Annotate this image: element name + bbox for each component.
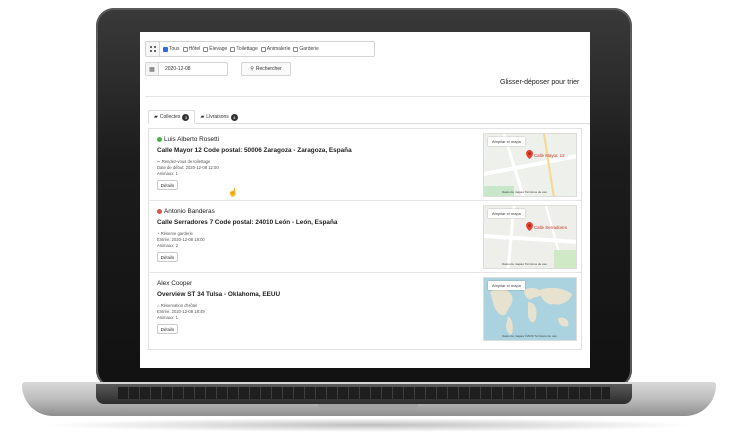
count-badge: 4 bbox=[230, 113, 238, 121]
list-item: Luis Alberto Rosetti Calle Mayor 12 Code… bbox=[149, 129, 581, 201]
map-footer: Datos de mapas Términos de uso bbox=[502, 262, 547, 266]
enlarge-map-button[interactable]: Ampliar el mapa bbox=[488, 137, 525, 146]
service-type: Réservation d'Hôtel bbox=[160, 303, 198, 308]
details-button[interactable]: Détails bbox=[157, 180, 178, 190]
details-button[interactable]: Détails bbox=[157, 252, 178, 262]
pickup-icon: ▰ bbox=[154, 114, 158, 120]
filter-grooming[interactable]: Toilettage bbox=[230, 46, 258, 52]
list-item: Alex Cooper Overview ST 34 Tulsa - Oklah… bbox=[149, 273, 581, 345]
start-date: Entrée: 2020-12-08 18:00 bbox=[157, 237, 205, 242]
laptop-frame: Tous Hôtel Élevage Toilettage Animalerie… bbox=[0, 0, 738, 445]
laptop-shadow bbox=[40, 418, 700, 432]
laptop-notch bbox=[318, 404, 418, 409]
checkbox-icon[interactable] bbox=[230, 46, 236, 52]
start-date: Date de début: 2020-12-08 12:00 bbox=[157, 165, 219, 170]
checkbox-icon[interactable] bbox=[182, 46, 188, 52]
client-name: Luis Alberto Rosetti bbox=[157, 136, 219, 143]
client-address: Calle Mayor 12 Code postal: 50006 Zarago… bbox=[157, 147, 352, 154]
filter-all[interactable]: Tous bbox=[163, 46, 180, 52]
grid-icon[interactable] bbox=[146, 42, 160, 56]
map-thumbnail[interactable]: Ampliar el mapa Calle Serradores Datos d… bbox=[483, 205, 577, 269]
checkbox-icon[interactable] bbox=[203, 46, 209, 52]
hand-cursor-icon: ☝ bbox=[228, 188, 238, 197]
divider bbox=[145, 96, 590, 97]
map-thumbnail[interactable]: Ampliar el mapa Calle Mayor, 12 Datos de… bbox=[483, 133, 577, 197]
search-button[interactable]: ⚲ Rechercher bbox=[241, 62, 291, 76]
screen: Tous Hôtel Élevage Toilettage Animalerie… bbox=[140, 32, 590, 368]
enlarge-map-button[interactable]: Ampliar el mapa bbox=[488, 209, 525, 218]
map-thumbnail[interactable]: Ampliar el mapa Datos de mapas ©2020 Tér… bbox=[483, 277, 577, 341]
truck-icon: ▰ bbox=[200, 114, 205, 120]
checkbox-icon[interactable] bbox=[293, 46, 299, 52]
date-field[interactable]: ▦ 2020-12-08 bbox=[145, 62, 228, 76]
client-name: Antonio Banderas bbox=[157, 208, 215, 215]
client-address: Calle Serradores 7 Code postal: 24010 Le… bbox=[157, 219, 338, 226]
enlarge-map-button[interactable]: Ampliar el mapa bbox=[488, 281, 525, 290]
list-item: Antonio Banderas Calle Serradores 7 Code… bbox=[149, 201, 581, 273]
animal-count: Animaux: 2 bbox=[157, 243, 178, 248]
filter-hotel[interactable]: Hôtel bbox=[182, 46, 200, 52]
map-place-label: Calle Mayor, 12 bbox=[534, 153, 565, 158]
appointments-list: Luis Alberto Rosetti Calle Mayor 12 Code… bbox=[148, 128, 582, 350]
filter-petshop[interactable]: Animalerie bbox=[260, 46, 290, 52]
tab-bar: ▰ Collectes 3 ▰ Livraisons 4 bbox=[148, 110, 590, 124]
map-pin-icon bbox=[526, 150, 533, 159]
service-type: Réserve garderie bbox=[160, 231, 193, 236]
date-value[interactable]: 2020-12-08 bbox=[165, 66, 191, 72]
drag-sort-hint: Glisser-déposer pour trier bbox=[500, 79, 580, 86]
map-pin-icon bbox=[526, 222, 533, 231]
map-footer: Datos de mapas ©2020 Términos de uso bbox=[502, 334, 557, 338]
calendar-icon[interactable]: ▦ bbox=[146, 63, 159, 75]
animal-count: Animaux: 1 bbox=[157, 315, 178, 320]
service-type: Rendez-vous de toilettage bbox=[161, 159, 211, 164]
status-dot bbox=[157, 209, 162, 214]
status-dot bbox=[157, 137, 162, 142]
client-address: Overview ST 34 Tulsa - Oklahoma, EEUU bbox=[157, 291, 281, 298]
keyboard bbox=[118, 387, 610, 399]
count-badge: 3 bbox=[182, 113, 190, 121]
client-name: Alex Cooper bbox=[157, 280, 193, 287]
details-button[interactable]: Détails bbox=[157, 324, 178, 334]
filter-bar: Tous Hôtel Élevage Toilettage Animalerie… bbox=[145, 41, 375, 57]
start-date: Entrée: 2020-12-08 18:49 bbox=[157, 309, 205, 314]
search-icon: ⚲ bbox=[250, 66, 254, 72]
tab-deliveries[interactable]: ▰ Livraisons 4 bbox=[195, 110, 242, 124]
tab-collections[interactable]: ▰ Collectes 3 bbox=[148, 110, 196, 124]
map-footer: Datos de mapas Términos de uso bbox=[502, 190, 547, 194]
map-place-label: Calle Serradores bbox=[534, 225, 567, 230]
filter-daycare[interactable]: Garderie bbox=[293, 46, 319, 52]
checkbox-checked-icon[interactable] bbox=[163, 46, 168, 52]
animal-count: Animaux: 1 bbox=[157, 171, 178, 176]
checkbox-icon[interactable] bbox=[260, 46, 266, 52]
filter-breeding[interactable]: Élevage bbox=[203, 46, 227, 52]
